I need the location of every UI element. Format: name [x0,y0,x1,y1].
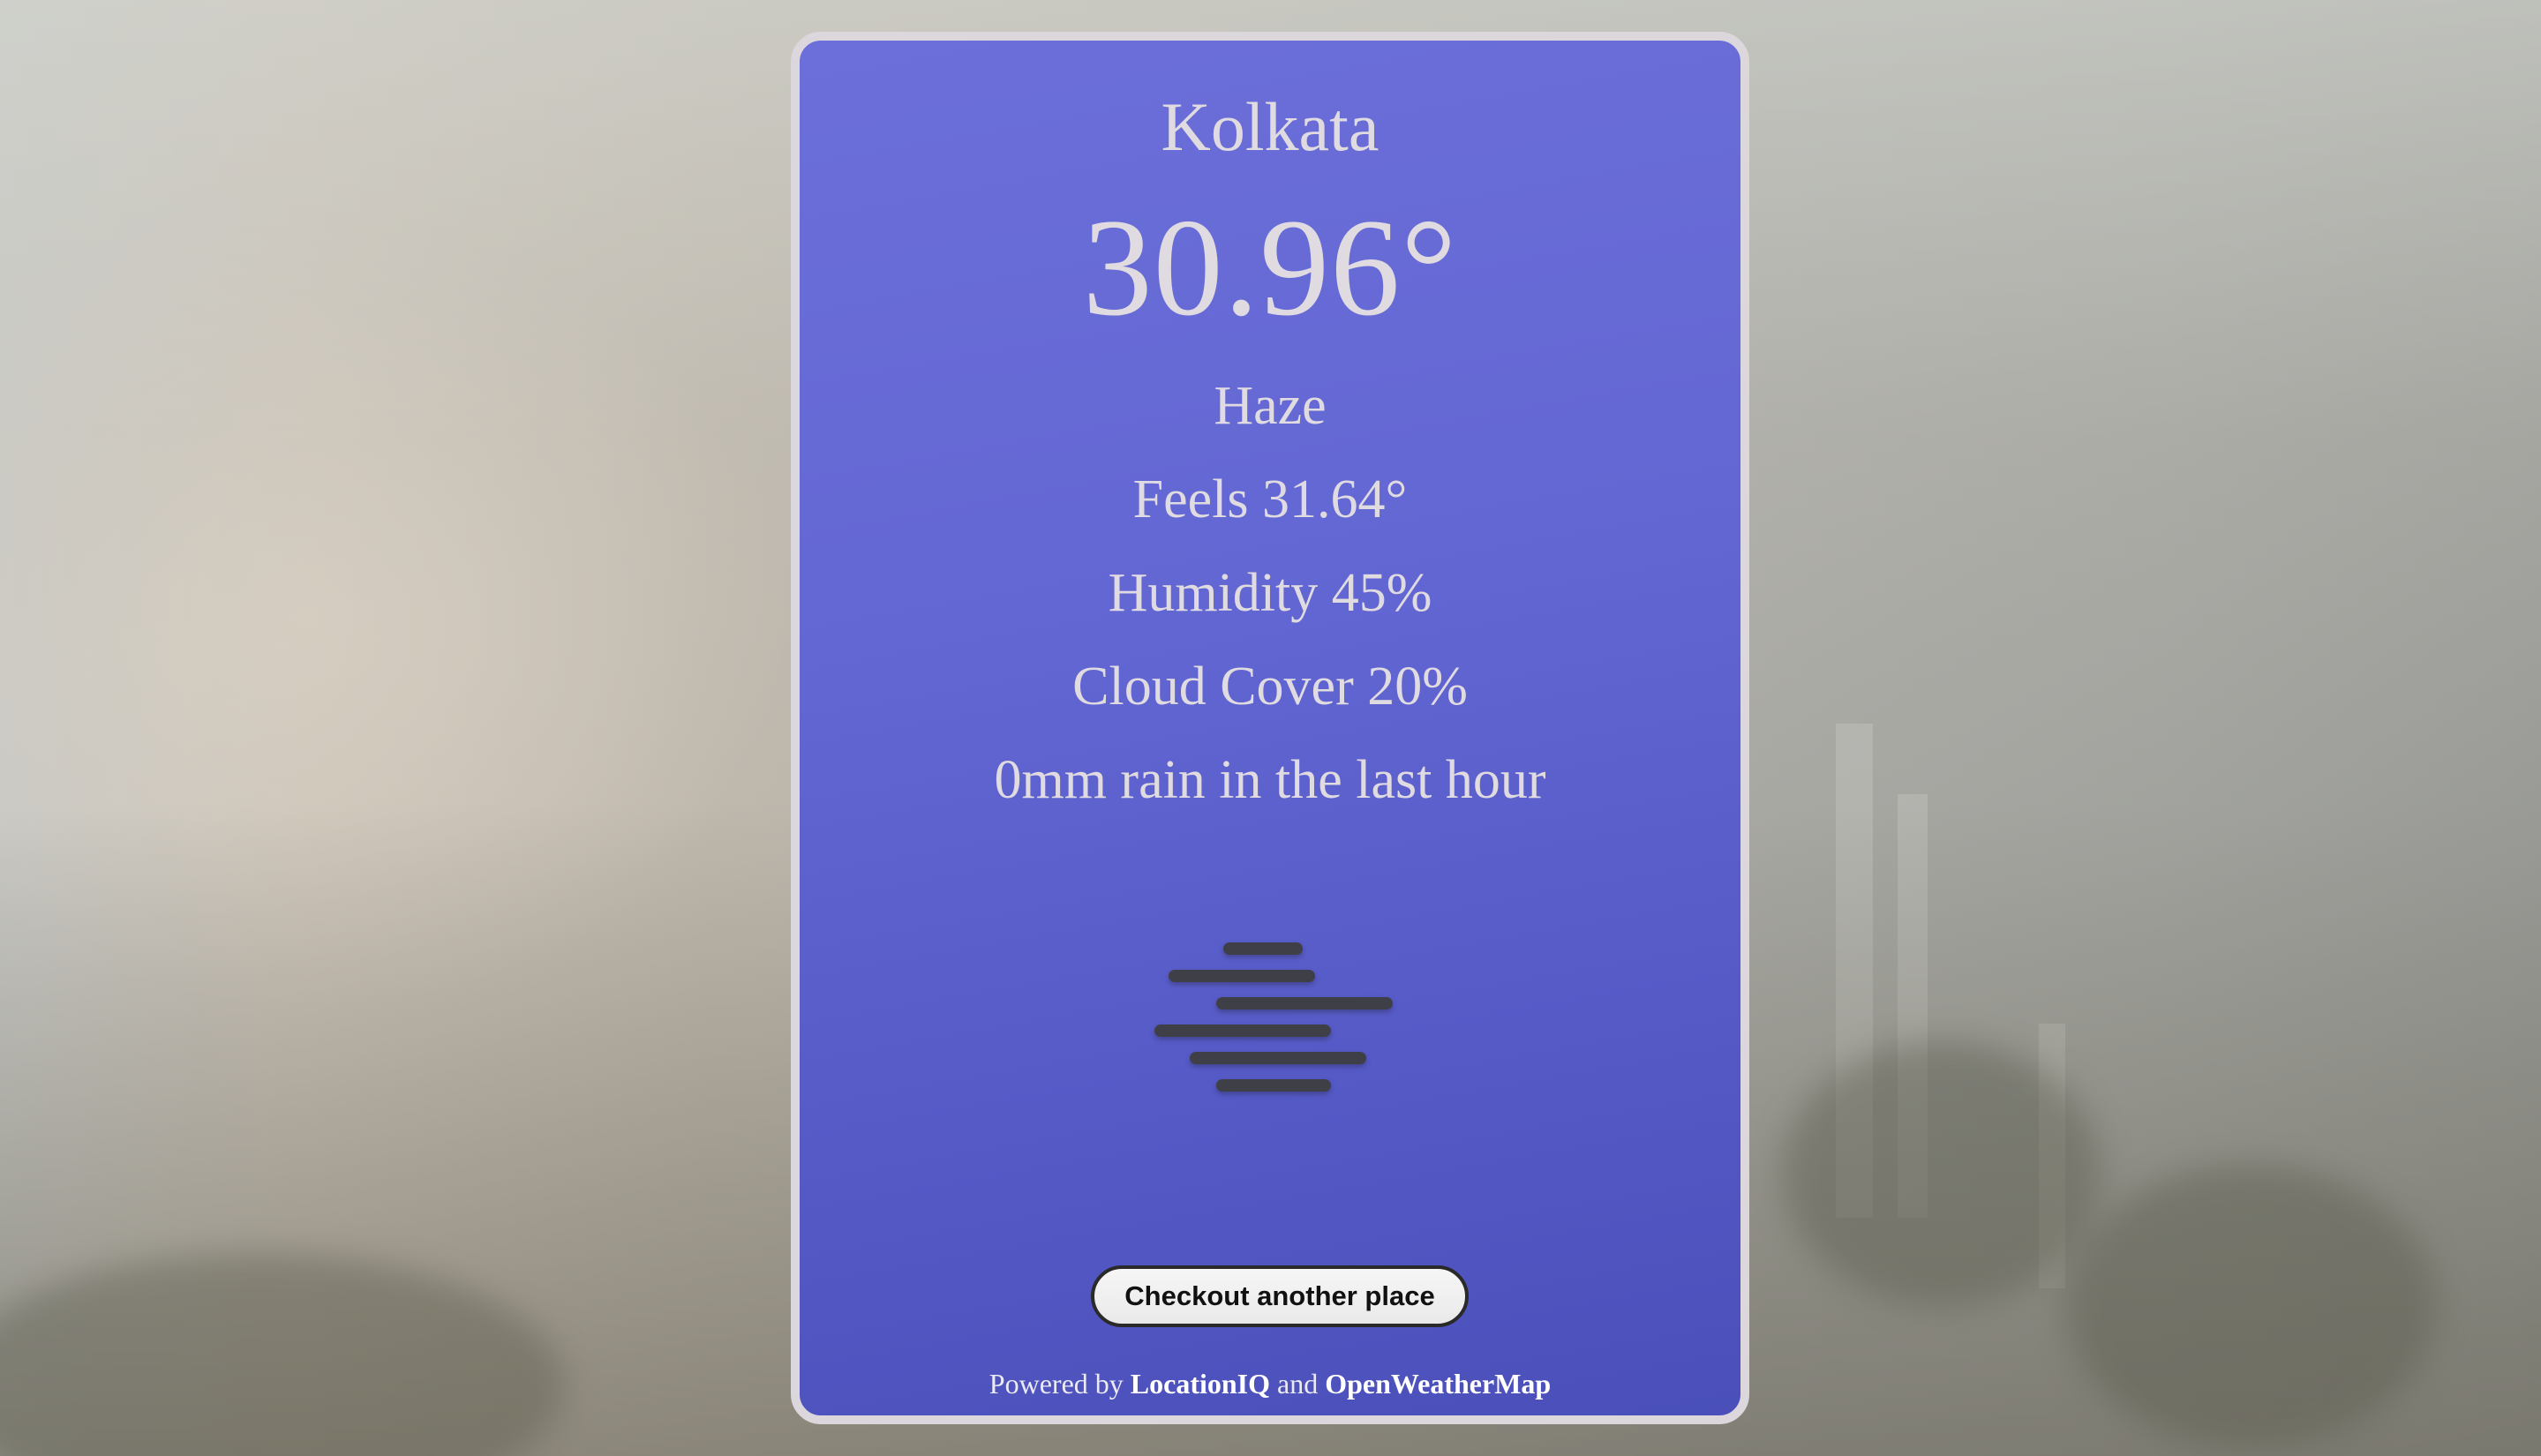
checkout-another-place-button[interactable]: Checkout another place [1091,1265,1469,1327]
haze-icon-line [1223,942,1303,955]
openweathermap-link[interactable]: OpenWeatherMap [1325,1368,1551,1400]
haze-icon-line [1216,1079,1331,1092]
footer-attribution: Powered by LocationIQ and OpenWeatherMap [800,1364,1740,1403]
weather-card-content: Kolkata 30.96° Haze Feels 31.64° Humidit… [800,41,1740,1415]
locationiq-link[interactable]: LocationIQ [1131,1368,1270,1400]
haze-icon-line [1154,1024,1331,1037]
haze-icon-line [1169,970,1315,982]
and-text: and [1277,1368,1319,1400]
haze-icon-line [1216,997,1393,1009]
weather-card: Kolkata 30.96° Haze Feels 31.64° Humidit… [791,32,1749,1424]
powered-by-text: Powered by [989,1368,1124,1400]
haze-icon-line [1190,1052,1366,1064]
haze-icon [800,41,1740,1415]
